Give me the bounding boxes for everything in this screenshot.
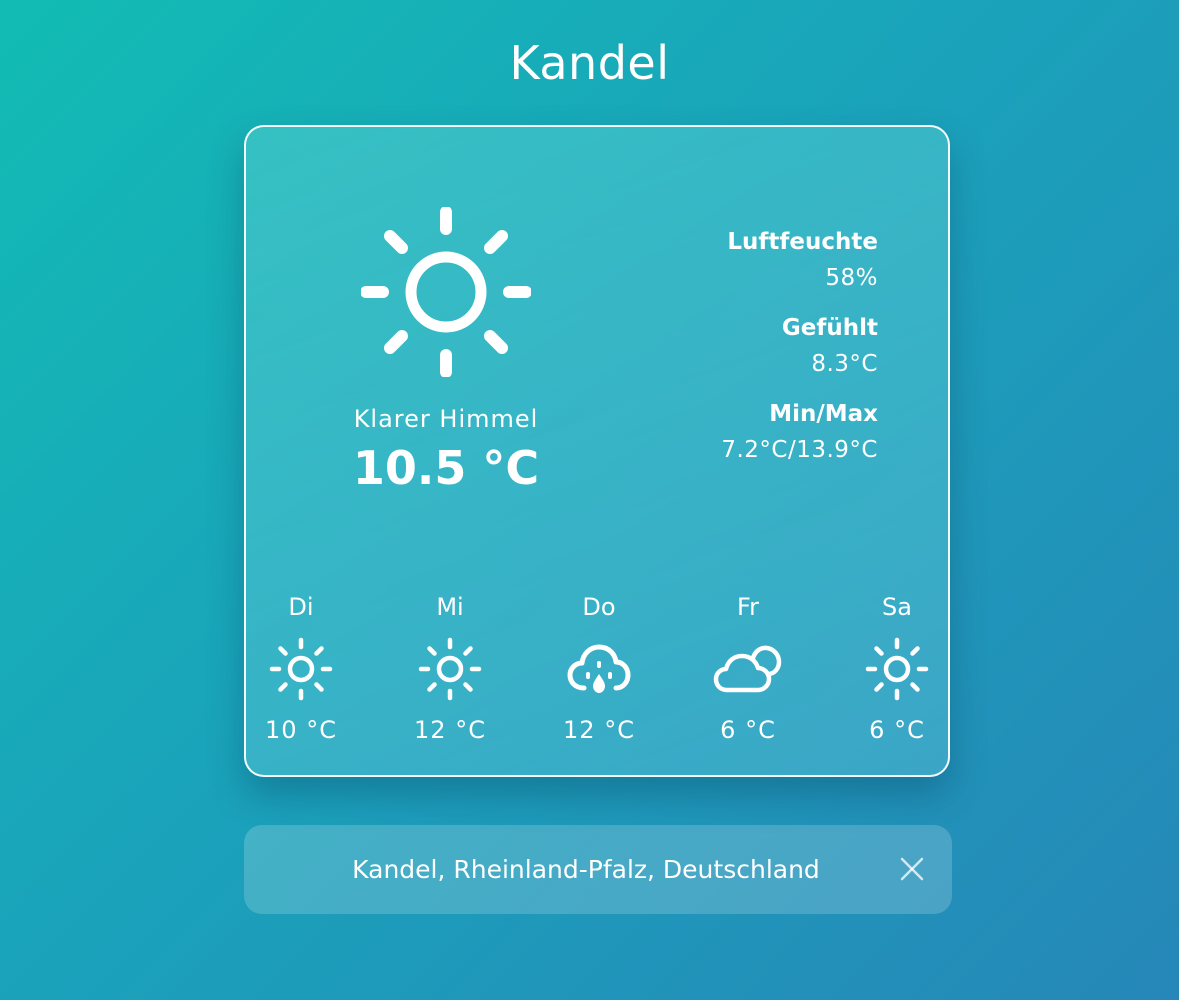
forecast-day: Do 12 °C (544, 592, 654, 744)
weather-details: Luftfeuchte 58% Gefühlt 8.3°C Min/Max 7.… (721, 225, 878, 483)
forecast-day-name: Sa (882, 593, 912, 621)
forecast-row: Di 10 °C Mi 12 °C Do 12 °C Fr 6 °C Sa 6 … (246, 592, 948, 762)
detail-value: 58% (825, 265, 878, 291)
cloud-rain-icon (567, 644, 631, 693)
detail-label: Luftfeuchte (727, 229, 878, 255)
forecast-day-name: Do (582, 593, 616, 621)
detail-feels-like: Gefühlt 8.3°C (721, 311, 878, 383)
forecast-temperature: 6 °C (869, 716, 925, 744)
current-temperature: 10.5 °C (352, 441, 540, 495)
forecast-day-name: Di (288, 593, 314, 621)
detail-label: Gefühlt (781, 315, 878, 341)
location-search-input[interactable]: Kandel, Rheinland-Pfalz, Deutschland (244, 825, 892, 914)
forecast-day: Di 10 °C (246, 592, 356, 744)
detail-label: Min/Max (769, 401, 878, 427)
location-search-bar[interactable]: Kandel, Rheinland-Pfalz, Deutschland (244, 825, 952, 914)
forecast-day: Fr 6 °C (693, 592, 803, 744)
city-title: Kandel (509, 36, 670, 90)
close-icon[interactable] (900, 857, 924, 881)
sun-icon (418, 637, 482, 701)
detail-humidity: Luftfeuchte 58% (721, 225, 878, 297)
forecast-day: Mi 12 °C (395, 592, 505, 744)
sun-icon (361, 207, 531, 377)
forecast-day: Sa 6 °C (842, 592, 952, 744)
cloud-icon (713, 645, 782, 693)
current-weather: Klarer Himmel 10.5 °C (316, 207, 576, 495)
detail-value: 8.3°C (811, 351, 878, 377)
forecast-day-name: Mi (436, 593, 464, 621)
detail-min-max: Min/Max 7.2°C/13.9°C (721, 397, 878, 469)
forecast-temperature: 12 °C (563, 716, 635, 744)
detail-value: 7.2°C/13.9°C (721, 437, 878, 463)
forecast-temperature: 12 °C (414, 716, 486, 744)
sun-icon (865, 637, 929, 701)
forecast-day-name: Fr (737, 593, 759, 621)
forecast-temperature: 10 °C (265, 716, 337, 744)
weather-card: Klarer Himmel 10.5 °C Luftfeuchte 58% Ge… (244, 125, 950, 777)
sun-icon (269, 637, 333, 701)
weather-description: Klarer Himmel (353, 405, 539, 433)
forecast-temperature: 6 °C (720, 716, 776, 744)
